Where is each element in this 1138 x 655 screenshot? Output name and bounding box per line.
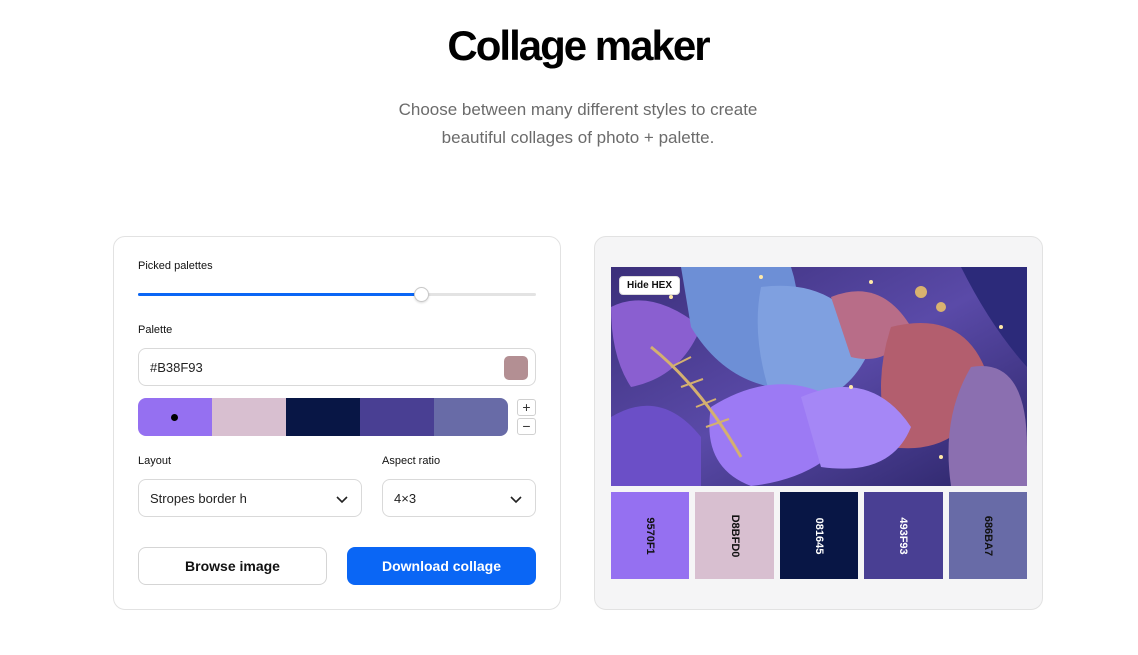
hide-hex-button[interactable]: Hide HEX xyxy=(619,276,681,295)
hex-color-input[interactable]: #B38F93 xyxy=(138,348,536,386)
autumn-leaves-image xyxy=(611,267,1027,486)
preview-color-strips: 9570F1 D8BFD0 081645 493F93 686BA7 xyxy=(611,492,1028,579)
preview-strip-hex: 686BA7 xyxy=(981,515,994,556)
hex-value: #B38F93 xyxy=(150,359,203,375)
controls-card: Picked palettes Palette #B38F93 + − Layo… xyxy=(113,236,561,610)
preview-strip-5: 686BA7 xyxy=(948,492,1028,579)
picked-palettes-slider[interactable] xyxy=(138,287,536,302)
selected-dot-icon xyxy=(171,414,178,421)
palette-swatch-3[interactable] xyxy=(286,398,360,436)
aspect-ratio-select[interactable]: 4×3 xyxy=(382,479,536,517)
palette-swatch-2[interactable] xyxy=(212,398,286,436)
palette-swatch-4[interactable] xyxy=(360,398,434,436)
chevron-down-icon xyxy=(336,496,348,504)
page-title: Collage maker xyxy=(447,22,710,69)
preview-strip-hex: D8BFD0 xyxy=(728,514,741,557)
slider-fill xyxy=(138,293,421,296)
layout-select[interactable]: Stropes border h xyxy=(138,479,362,517)
palette-swatch-5[interactable] xyxy=(434,398,508,436)
aspect-ratio-value: 4×3 xyxy=(394,490,417,506)
download-collage-button[interactable]: Download collage xyxy=(347,547,536,585)
palette-strip xyxy=(138,398,508,436)
layout-value: Stropes border h xyxy=(150,490,247,506)
preview-strip-2: D8BFD0 xyxy=(695,492,774,579)
palette-swatch-1[interactable] xyxy=(138,398,212,436)
layout-label: Layout xyxy=(138,455,172,467)
preview-strip-3: 081645 xyxy=(779,492,859,579)
preview-strip-4: 493F93 xyxy=(864,492,943,579)
preview-strip-1: 9570F1 xyxy=(611,492,690,579)
browse-image-button[interactable]: Browse image xyxy=(138,547,327,585)
collage-photo xyxy=(611,267,1027,486)
subtitle-line-1: Choose between many different styles to … xyxy=(398,100,758,119)
collage-preview: Hide HEX 9570F1 D8BFD0 081645 493F93 686… xyxy=(594,236,1043,610)
aspect-ratio-label: Aspect ratio xyxy=(382,455,441,467)
preview-strip-hex: 081645 xyxy=(813,517,826,554)
subtitle-line-2: beautiful collages of photo + palette. xyxy=(441,128,715,147)
palette-label: Palette xyxy=(138,324,173,336)
preview-strip-hex: 493F93 xyxy=(897,516,910,555)
hex-color-swatch[interactable] xyxy=(504,356,528,380)
add-color-button[interactable]: + xyxy=(517,399,536,416)
remove-color-button[interactable]: − xyxy=(517,418,536,435)
page-subtitle: Choose between many different styles to … xyxy=(0,96,1138,152)
chevron-down-icon xyxy=(510,496,522,504)
preview-strip-hex: 9570F1 xyxy=(644,516,657,555)
slider-thumb[interactable] xyxy=(413,287,429,302)
picked-palettes-label: Picked palettes xyxy=(138,260,213,272)
